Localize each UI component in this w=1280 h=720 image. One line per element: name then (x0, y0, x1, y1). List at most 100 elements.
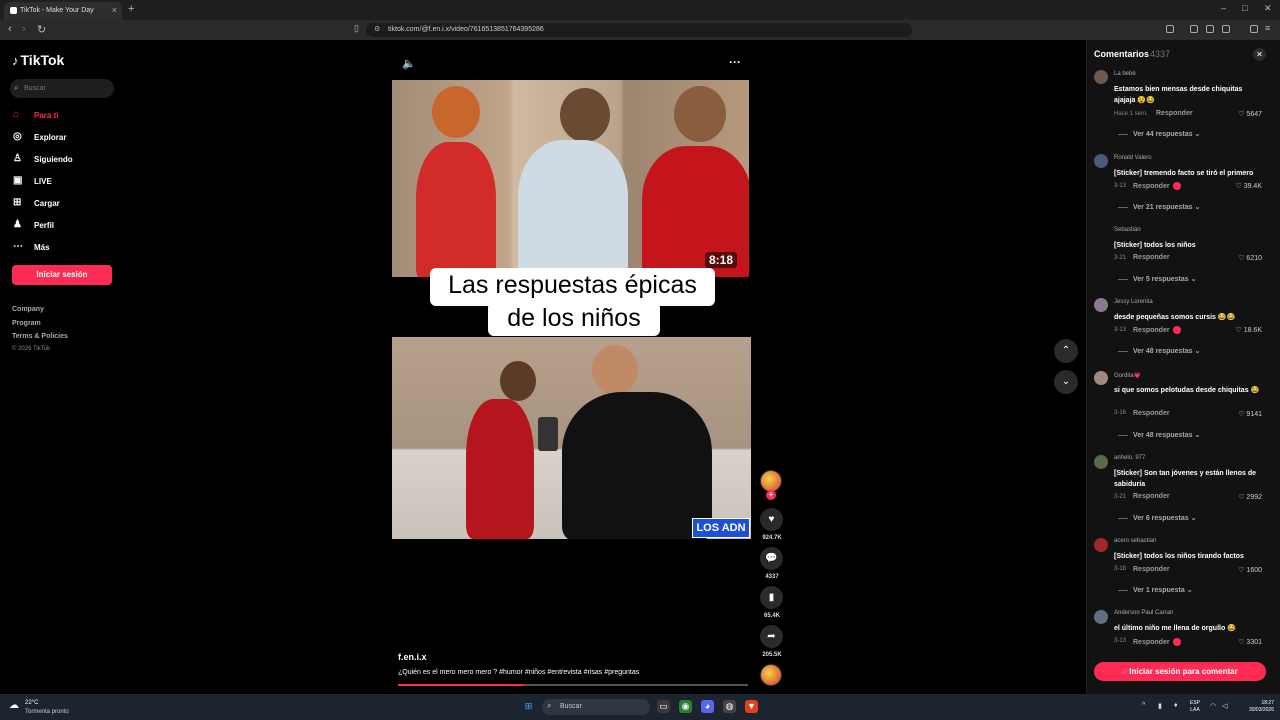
reply-button[interactable]: Responder (1133, 566, 1170, 573)
back-icon[interactable]: ‹ (8, 23, 12, 35)
previous-video-button[interactable]: ⌃ (1054, 339, 1078, 363)
sidebar-icon[interactable] (1206, 25, 1214, 33)
more-options-icon[interactable]: ··· (729, 55, 741, 69)
close-window-icon[interactable]: ✕ (1264, 3, 1272, 14)
share-button[interactable]: ➦ (760, 625, 783, 648)
minimize-icon[interactable]: – (1221, 3, 1226, 13)
sidebar-item-live[interactable]: ▣ LIVE (13, 175, 52, 189)
maximize-icon[interactable]: □ (1242, 3, 1247, 13)
like-button[interactable]: ♥ (760, 508, 783, 531)
menu-icon[interactable]: ≡ (1265, 23, 1270, 33)
video-frame-top[interactable] (392, 80, 749, 277)
task-view-icon[interactable]: ▭ (657, 700, 670, 713)
tray-chevron-icon[interactable]: ^ (1142, 702, 1145, 709)
reply-button[interactable]: Responder (1133, 493, 1170, 500)
wifi-icon[interactable]: ◠ (1210, 702, 1216, 710)
weather-temp[interactable]: 22°C (25, 700, 38, 706)
volume-icon[interactable]: 🔈 (402, 57, 416, 70)
app-icon[interactable]: ◍ (723, 700, 736, 713)
view-replies[interactable]: Ver 44 respuestas ⌄ (1118, 130, 1200, 138)
footer-company-link[interactable]: Company (12, 306, 44, 313)
save-button[interactable]: ▮ (760, 586, 783, 609)
reply-button[interactable]: Responder (1133, 182, 1181, 190)
footer-program-link[interactable]: Program (12, 320, 41, 327)
sidebar-item-perfil[interactable]: ♟ Perfil (13, 219, 54, 233)
comment-avatar[interactable] (1094, 538, 1108, 552)
login-to-comment-button[interactable]: ◌ Iniciar sesión para comentar (1094, 662, 1266, 681)
start-menu-icon[interactable]: ⊞ (522, 700, 535, 713)
next-video-button[interactable]: ⌄ (1054, 370, 1078, 394)
comment-user[interactable]: Ronald Valero (1114, 155, 1152, 161)
video-frame-bottom[interactable] (392, 337, 751, 539)
speaker-icon[interactable]: ◁ (1222, 702, 1227, 710)
creator-avatar[interactable] (760, 470, 782, 492)
comment-like-count[interactable]: ♡ 1600 (1238, 566, 1262, 574)
sidebar-item-mas[interactable]: ⋯ Más (13, 241, 50, 255)
login-button[interactable]: Iniciar sesión (12, 265, 112, 285)
sidebar-item-explorar[interactable]: ◎ Explorar (13, 131, 66, 145)
tiktok-logo[interactable]: ♪ TikTok (12, 52, 64, 68)
sidebar-item-cargar[interactable]: ⊞ Cargar (13, 197, 60, 211)
discord-icon[interactable]: ◕ (701, 700, 714, 713)
extensions-icon[interactable] (1166, 25, 1174, 33)
reply-button[interactable]: Responder (1133, 638, 1181, 646)
comment-button[interactable]: 💬 (760, 547, 783, 570)
comment-avatar[interactable] (1094, 298, 1108, 312)
forward-icon[interactable]: › (22, 23, 26, 35)
sidebar-item-para-ti[interactable]: ⌂ Para ti (13, 109, 58, 123)
reload-icon[interactable]: ↻ (37, 23, 46, 36)
comment-user[interactable]: Gordita💗 (1114, 372, 1141, 379)
reply-button[interactable]: Responder (1133, 410, 1170, 417)
follow-plus-icon[interactable]: + (766, 490, 776, 500)
comment-avatar[interactable] (1094, 70, 1108, 84)
comment-like-count[interactable]: ♡ 9141 (1238, 410, 1262, 418)
view-replies[interactable]: Ver 48 respuestas ⌄ (1118, 431, 1200, 439)
taskbar-search[interactable]: ⌕ Buscar (542, 699, 650, 715)
view-replies[interactable]: Ver 1 respuesta ⌄ (1118, 586, 1193, 594)
microphone-icon[interactable]: ♦ (1174, 702, 1178, 709)
comment-like-count[interactable]: ♡ 5647 (1238, 110, 1262, 118)
clock[interactable]: 18:27 30/03/2026 (1240, 700, 1274, 714)
weather-icon[interactable]: ☁ (9, 700, 19, 711)
comment-user[interactable]: anhelo. 977 (1114, 455, 1145, 461)
video-author[interactable]: f.en.i.x (398, 652, 427, 662)
language-indicator[interactable]: ESP LAA (1190, 700, 1200, 714)
comment-user[interactable]: acero sebastian (1114, 538, 1156, 544)
view-replies[interactable]: Ver 21 respuestas ⌄ (1118, 203, 1200, 211)
music-disc-avatar[interactable] (760, 664, 782, 686)
comment-like-count[interactable]: ♡ 18.6K (1235, 326, 1262, 334)
video-progress-bar[interactable] (398, 684, 748, 686)
brave-icon[interactable]: ▼ (745, 700, 758, 713)
comment-user[interactable]: Jessy Lorenita (1114, 299, 1153, 305)
comment-user[interactable]: Sebastián (1114, 227, 1141, 233)
comment-user[interactable]: La bebé (1114, 71, 1136, 77)
browser-tab[interactable]: TikTok - Make Your Day × (4, 2, 122, 20)
reply-button[interactable]: Responder (1156, 110, 1193, 117)
view-replies[interactable]: Ver 5 respuestas ⌄ (1118, 275, 1196, 283)
wallet-icon[interactable] (1222, 25, 1230, 33)
weather-description[interactable]: Tormenta pronto (25, 709, 69, 715)
comment-like-count[interactable]: ♡ 6210 (1238, 254, 1262, 262)
url-field[interactable]: ⚙ tiktok.com/@f.en.i.x/video/76165138517… (366, 23, 912, 37)
comment-like-count[interactable]: ♡ 39.4K (1235, 182, 1262, 190)
reply-button[interactable]: Responder (1133, 254, 1170, 261)
vpn-icon[interactable] (1250, 25, 1258, 33)
search-input[interactable]: ⌕ Buscar (10, 79, 114, 98)
view-replies[interactable]: Ver 48 respuestas ⌄ (1118, 347, 1200, 355)
view-replies[interactable]: Ver 6 respuestas ⌄ (1118, 514, 1196, 522)
sidebar-item-siguiendo[interactable]: ♙ Siguiendo (13, 153, 73, 167)
comment-avatar[interactable] (1094, 154, 1108, 168)
media-icon[interactable] (1190, 25, 1198, 33)
close-tab-icon[interactable]: × (112, 5, 117, 15)
reply-button[interactable]: Responder (1133, 326, 1181, 334)
tray-app-icon[interactable]: ▮ (1158, 702, 1162, 710)
comment-avatar[interactable] (1094, 610, 1108, 624)
new-tab-icon[interactable]: + (128, 3, 134, 15)
site-info-icon[interactable]: ⚙ (374, 25, 380, 33)
comment-avatar[interactable] (1094, 371, 1108, 385)
comment-avatar[interactable] (1094, 455, 1108, 469)
close-comments-icon[interactable]: ✕ (1253, 48, 1266, 61)
comment-user[interactable]: Anderson Paul Carran (1114, 610, 1173, 616)
chrome-icon[interactable]: ◉ (679, 700, 692, 713)
footer-terms-link[interactable]: Terms & Policies (12, 333, 68, 340)
